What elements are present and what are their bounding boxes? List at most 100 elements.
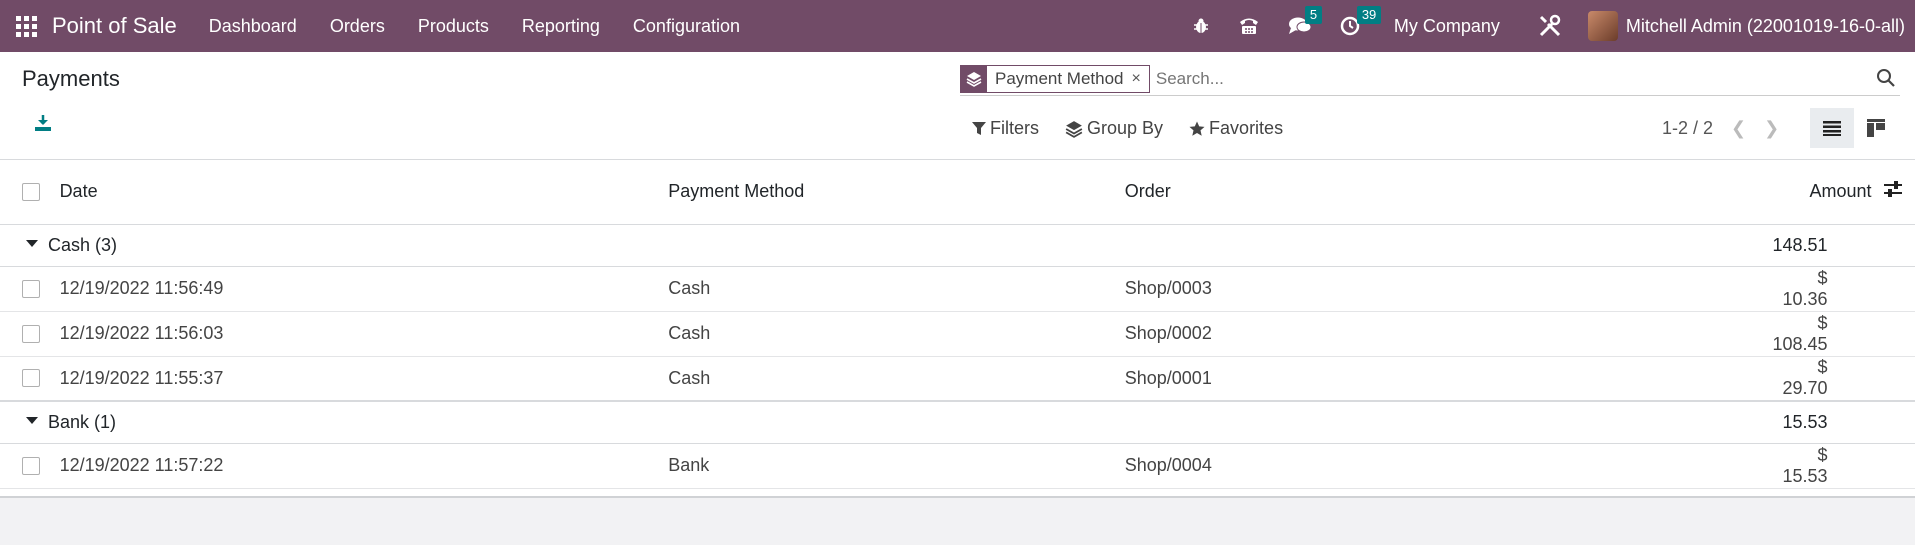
menu-products[interactable]: Products	[418, 16, 489, 37]
row-checkbox[interactable]	[22, 456, 40, 475]
column-header-amount[interactable]: Amount	[1772, 160, 1872, 225]
user-menu[interactable]: Mitchell Admin (22001019-16-0-all)	[1587, 11, 1905, 41]
cell-order: Shop/0004	[1124, 443, 1773, 489]
layers-icon	[1065, 120, 1083, 138]
list-icon	[1823, 121, 1841, 136]
row-checkbox[interactable]	[22, 369, 40, 388]
favorites-button[interactable]: Favorites	[1189, 118, 1283, 139]
row-select-cell	[0, 443, 60, 489]
empty-cell	[1871, 356, 1915, 402]
search-input[interactable]	[1155, 68, 1900, 89]
group-row-cash[interactable]: Cash (3) 148.51	[0, 224, 1915, 267]
select-all-checkbox[interactable]	[22, 182, 40, 201]
messages-badge: 5	[1304, 6, 1323, 24]
menu-reporting[interactable]: Reporting	[522, 16, 600, 37]
group-by-label: Group By	[1087, 118, 1164, 138]
phone-icon[interactable]	[1238, 16, 1260, 36]
top-navbar: Point of Sale Dashboard Orders Products …	[0, 0, 1915, 52]
menu-configuration[interactable]: Configuration	[633, 16, 740, 37]
cell-order: Shop/0002	[1124, 311, 1773, 357]
list-bottom-divider	[0, 496, 1915, 498]
row-checkbox[interactable]	[22, 279, 40, 298]
company-switcher[interactable]: My Company	[1394, 16, 1500, 37]
search-options: Filters Group By Favorites	[972, 118, 1309, 139]
table-row[interactable]: 12/19/2022 11:56:49 Cash Shop/0003 $ 10.…	[0, 266, 1915, 312]
group-label: Bank (1)	[48, 411, 117, 432]
cell-payment-method: Cash	[668, 356, 1125, 402]
bug-icon[interactable]	[1192, 17, 1210, 35]
cell-amount: $ 29.70	[1772, 356, 1872, 402]
download-icon	[35, 115, 51, 131]
navbar-systray: 5 39 My Company Mitchell Admin (22001019…	[1178, 0, 1915, 52]
group-label: Cash (3)	[48, 234, 118, 255]
cell-payment-method: Bank	[668, 443, 1125, 489]
table-row[interactable]: 12/19/2022 11:55:37 Cash Shop/0001 $ 29.…	[0, 356, 1915, 402]
favorites-label: Favorites	[1209, 118, 1284, 138]
cell-payment-method: Cash	[668, 311, 1125, 357]
user-name: Mitchell Admin (22001019-16-0-all)	[1625, 15, 1905, 36]
row-select-cell	[0, 356, 60, 402]
empty-cell	[1871, 266, 1915, 312]
table-row[interactable]: 12/19/2022 11:56:03 Cash Shop/0002 $ 108…	[0, 311, 1915, 357]
search-icon[interactable]	[1876, 68, 1896, 93]
list-view-button[interactable]	[1810, 108, 1854, 148]
cell-order: Shop/0003	[1124, 266, 1773, 312]
messages-icon[interactable]: 5	[1288, 6, 1323, 36]
group-header: Bank (1)	[0, 401, 1773, 444]
row-select-cell	[0, 311, 60, 357]
group-row-bank[interactable]: Bank (1) 15.53	[0, 401, 1915, 444]
activities-badge: 39	[1356, 6, 1382, 24]
tools-icon[interactable]	[1538, 14, 1562, 38]
star-icon	[1189, 121, 1205, 136]
empty-cell	[1871, 311, 1915, 357]
page-title: Payments	[22, 66, 120, 91]
pager-value[interactable]: 1-2 / 2	[1662, 118, 1713, 139]
menu-dashboard[interactable]: Dashboard	[209, 16, 297, 37]
cell-amount: $ 15.53	[1772, 443, 1872, 489]
column-header-order[interactable]: Order	[1124, 160, 1773, 225]
cell-amount: $ 108.45	[1772, 311, 1872, 357]
filter-icon	[972, 121, 986, 135]
group-total: 15.53	[1772, 401, 1872, 444]
cell-date: 12/19/2022 11:57:22	[59, 443, 669, 489]
select-all-cell	[0, 160, 60, 225]
search-bar: Payment Method ×	[960, 62, 1900, 96]
menu-orders[interactable]: Orders	[330, 16, 385, 37]
pager-next-icon[interactable]: ❯	[1764, 118, 1779, 139]
caret-down-icon	[26, 416, 38, 424]
cell-date: 12/19/2022 11:55:37	[59, 356, 669, 402]
cell-date: 12/19/2022 11:56:49	[59, 266, 669, 312]
avatar	[1587, 11, 1618, 41]
group-header: Cash (3)	[0, 224, 1773, 267]
facet-remove-button[interactable]: ×	[1130, 70, 1149, 88]
app-name[interactable]: Point of Sale	[52, 13, 177, 39]
empty-cell	[1871, 443, 1915, 489]
group-by-button[interactable]: Group By	[1065, 118, 1163, 139]
download-button[interactable]	[34, 114, 52, 137]
row-checkbox[interactable]	[22, 324, 40, 343]
pager-previous-icon[interactable]: ❮	[1731, 118, 1746, 139]
facet-label: Payment Method	[995, 68, 1124, 88]
caret-down-icon	[26, 239, 38, 247]
filters-button[interactable]: Filters	[972, 118, 1039, 139]
cell-payment-method: Cash	[668, 266, 1125, 312]
apps-menu-icon[interactable]	[14, 14, 38, 38]
column-header-date[interactable]: Date	[59, 160, 669, 225]
column-header-payment-method[interactable]: Payment Method	[668, 160, 1125, 225]
sliders-icon	[1884, 181, 1903, 198]
pager: 1-2 / 2 ❮ ❯	[1662, 118, 1779, 139]
table-row[interactable]: 12/19/2022 11:57:22 Bank Shop/0004 $ 15.…	[0, 443, 1915, 489]
group-total: 148.51	[1772, 224, 1872, 267]
payments-table: Date Payment Method Order Amount Cash (3…	[0, 160, 1915, 489]
group-by-layers-icon	[961, 65, 987, 92]
empty-cell	[1871, 401, 1915, 444]
activities-icon[interactable]: 39	[1340, 6, 1382, 36]
row-select-cell	[0, 266, 60, 312]
optional-columns-toggle[interactable]	[1871, 160, 1915, 225]
search-facet: Payment Method ×	[960, 64, 1150, 93]
kanban-view-button[interactable]	[1854, 108, 1898, 148]
kanban-icon	[1867, 119, 1885, 137]
cell-date: 12/19/2022 11:56:03	[59, 311, 669, 357]
filters-label: Filters	[990, 118, 1039, 138]
list-view: Date Payment Method Order Amount Cash (3…	[0, 160, 1915, 497]
